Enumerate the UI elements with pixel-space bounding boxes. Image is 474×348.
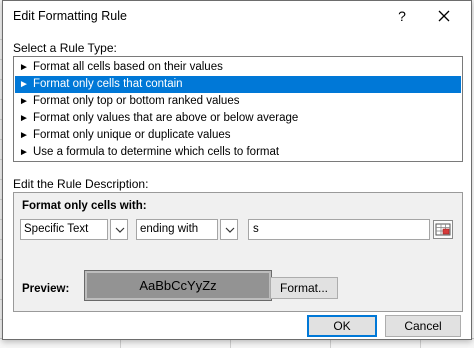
edit-formatting-rule-dialog: Edit Formatting Rule ? Select a Rule Typ…: [2, 0, 472, 340]
rule-type-item-label: Format only cells that contain: [33, 78, 183, 90]
close-button[interactable]: [427, 3, 461, 29]
value-input[interactable]: s: [248, 219, 430, 240]
ok-button[interactable]: OK: [307, 315, 377, 337]
rule-type-item-label: Format only values that are above or bel…: [33, 112, 299, 124]
condition-type-dropdown-button[interactable]: [110, 219, 128, 240]
title-bar: Edit Formatting Rule ?: [3, 1, 471, 31]
arrow-icon: ►: [19, 147, 29, 158]
chevron-down-icon: [225, 227, 235, 233]
rule-type-item-label: Use a formula to determine which cells t…: [33, 146, 280, 158]
rule-description-panel: Format only cells with: Specific Text en…: [13, 192, 463, 312]
range-select-button[interactable]: [433, 220, 453, 239]
range-picker-icon: [435, 223, 451, 236]
condition-type-value: Specific Text: [24, 223, 89, 235]
arrow-icon: ►: [19, 130, 29, 141]
arrow-icon: ►: [19, 62, 29, 73]
chevron-down-icon: [115, 227, 125, 233]
rule-type-item-label: Format all cells based on their values: [33, 61, 223, 73]
rule-type-item-unique-duplicate[interactable]: ► Format only unique or duplicate values: [15, 127, 461, 144]
operator-dropdown-button[interactable]: [220, 219, 238, 240]
preview-label: Preview:: [22, 283, 70, 295]
arrow-icon: ►: [19, 96, 29, 107]
rule-type-item-top-bottom[interactable]: ► Format only top or bottom ranked values: [15, 93, 461, 110]
preview-swatch: AaBbCcYyZz: [84, 270, 272, 301]
dialog-title: Edit Formatting Rule: [13, 9, 127, 23]
value-input-text: s: [253, 223, 259, 235]
arrow-icon: ►: [19, 113, 29, 124]
preview-sample-text: AaBbCcYyZz: [139, 278, 217, 293]
rule-type-item-all-cells[interactable]: ► Format all cells based on their values: [15, 59, 461, 76]
rule-type-item-label: Format only unique or duplicate values: [33, 129, 231, 141]
cancel-button[interactable]: Cancel: [385, 315, 461, 337]
rule-type-item-label: Format only top or bottom ranked values: [33, 95, 240, 107]
operator-select[interactable]: ending with: [136, 219, 218, 240]
help-button[interactable]: ?: [387, 3, 417, 29]
format-only-cells-with-label: Format only cells with:: [22, 200, 147, 212]
rule-type-list[interactable]: ► Format all cells based on their values …: [13, 56, 463, 162]
rule-description-label: Edit the Rule Description:: [13, 177, 149, 191]
rule-type-item-cells-that-contain[interactable]: ► Format only cells that contain: [15, 76, 461, 93]
format-button[interactable]: Format...: [270, 277, 338, 299]
close-icon: [438, 10, 450, 22]
rule-type-item-above-below-average[interactable]: ► Format only values that are above or be…: [15, 110, 461, 127]
operator-value: ending with: [140, 223, 199, 235]
rule-type-item-formula[interactable]: ► Use a formula to determine which cells …: [15, 144, 461, 161]
rule-type-label: Select a Rule Type:: [13, 41, 117, 55]
condition-type-select[interactable]: Specific Text: [20, 219, 108, 240]
arrow-icon: ►: [19, 79, 29, 90]
